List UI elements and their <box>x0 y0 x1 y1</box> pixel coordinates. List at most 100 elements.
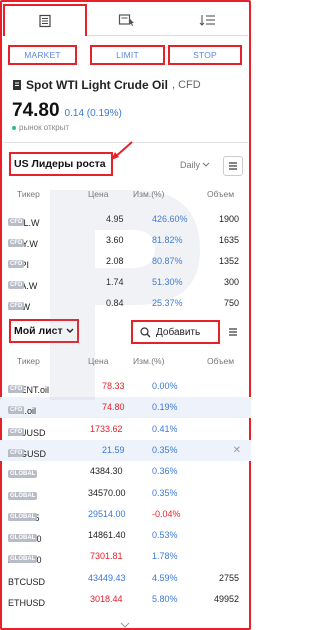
table-row[interactable]: BTCUSD 43449.43 4.59% 2755 <box>0 568 251 589</box>
price-cell: 1.74 <box>106 277 124 287</box>
instrument-name: Spot WTI Light Crude Oil <box>26 78 168 92</box>
price-cell: 4384.30 <box>90 466 123 477</box>
panel-tabs <box>3 4 248 36</box>
col-symbol[interactable]: Тикер <box>17 356 40 366</box>
price-cell: 1733.62 <box>90 423 123 434</box>
price-change: 0.14 (0.19%) <box>64 108 122 119</box>
instrument-badge: CFD <box>8 281 25 289</box>
instrument-title: Spot WTI Light Crude Oil , CFD <box>12 78 201 92</box>
price-cell: 43449.43 <box>88 572 126 583</box>
price-row: 74.80 0.14 (0.19%) <box>12 100 122 122</box>
table-row[interactable]: US500GLOBAL4384.300.36% <box>0 461 251 482</box>
chevron-down-icon <box>202 162 210 167</box>
change-cell: 0.35% <box>152 444 178 455</box>
instrument-badge: GLOBAL <box>8 470 38 479</box>
change-cell: 4.59% <box>152 572 178 583</box>
price-cell: 29514.00 <box>88 508 126 519</box>
table-row[interactable]: OPA.WCFD1.7451.30%300 <box>0 272 251 293</box>
change-cell: 0.41% <box>152 423 178 434</box>
tab-order[interactable] <box>3 4 88 36</box>
table-row[interactable]: OWL.WCFD4.95426.60%1900 <box>0 209 251 230</box>
table-row[interactable]: ETHUSD 3018.44 5.80% 49952 <box>0 589 251 610</box>
table-row[interactable]: WTI.oilCFD74.800.19% <box>0 397 251 419</box>
order-type-row: MARKET LIMIT STOP <box>8 45 244 65</box>
tab-list[interactable] <box>167 4 248 36</box>
instrument-badge: GLOBAL <box>8 512 38 521</box>
status-dot-icon <box>12 125 16 130</box>
tab-chart[interactable] <box>87 4 168 36</box>
instrument-badge: CFD <box>8 427 25 436</box>
change-cell: 0.00% <box>152 381 178 391</box>
table-row[interactable]: NAS100GLOBAL14861.400.53% <box>0 525 251 546</box>
leaders-title: US Лидеры роста <box>14 158 106 170</box>
col-volume[interactable]: Объем <box>207 189 234 199</box>
volume-cell: 2755 <box>218 572 239 583</box>
volume-cell: 49952 <box>213 594 239 604</box>
search-icon <box>140 326 151 337</box>
instrument-badge: CFD <box>8 406 25 415</box>
hamburger-icon <box>229 328 237 336</box>
change-cell: -0.04% <box>152 508 181 519</box>
scroll-down-icon[interactable] <box>120 622 130 628</box>
table-row[interactable]: XAGUSD CFD 21.59 0.35% ✕ <box>0 439 251 461</box>
change-cell: 51.30% <box>152 277 183 287</box>
col-symbol[interactable]: Тикер <box>17 189 40 199</box>
change-cell: 80.87% <box>152 256 183 266</box>
leaders-menu-button[interactable] <box>223 156 243 176</box>
table-row[interactable]: XAUUSD CFD 1733.62 0.41% <box>0 419 251 440</box>
market-status: рынок открыт <box>12 123 69 132</box>
change-cell: 0.35% <box>152 487 178 498</box>
market-status-label: рынок открыт <box>19 123 70 132</box>
instrument-badge: CFD <box>8 385 25 393</box>
price-cell: 0.84 <box>106 298 124 308</box>
instrument-badge: GLOBAL <box>8 534 38 543</box>
limit-button[interactable]: LIMIT <box>90 45 165 65</box>
watchlist-menu-button[interactable] <box>223 322 243 342</box>
table-row[interactable]: JPY225GLOBAL29514.00-0.04% <box>0 504 251 525</box>
period-label: Daily <box>180 160 201 170</box>
table-row[interactable]: AUS200GLOBAL7301.811.78% <box>0 546 251 567</box>
volume-cell: 1635 <box>218 235 239 245</box>
instrument-badge: CFD <box>8 239 25 247</box>
change-cell: 426.60% <box>152 214 188 224</box>
market-button[interactable]: MARKET <box>8 45 77 65</box>
chart-pointer-icon <box>119 13 135 26</box>
col-change[interactable]: Изм.(%) <box>133 189 164 199</box>
leaders-list-select[interactable]: US Лидеры роста <box>9 152 113 176</box>
price-cell: 2.08 <box>106 256 124 266</box>
symbol-name: BTCUSD <box>8 576 46 587</box>
watchlist-select[interactable]: Мой лист <box>9 319 79 343</box>
period-select[interactable]: Daily <box>180 160 210 170</box>
add-symbol-label: Добавить <box>156 326 201 338</box>
stop-button[interactable]: STOP <box>168 45 242 65</box>
change-cell: 25.37% <box>152 298 183 308</box>
list-sort-icon <box>199 14 215 26</box>
instrument-badge: GLOBAL <box>8 491 38 500</box>
volume-cell: 1900 <box>218 214 239 224</box>
col-change[interactable]: Изм.(%) <box>133 356 164 366</box>
table-row[interactable]: DMY.WCFD3.6081.82%1635 <box>0 230 251 251</box>
instrument-badge: CFD <box>8 302 25 310</box>
table-row[interactable]: US30GLOBAL34570.000.35% <box>0 483 251 504</box>
close-icon[interactable]: ✕ <box>233 445 241 456</box>
table-row[interactable]: SDPICFD2.0880.87%1352 <box>0 251 251 272</box>
table-row[interactable]: PV.WCFD0.8425.37%750 <box>0 293 251 314</box>
instrument-badge: CFD <box>8 448 25 457</box>
order-ticket-icon <box>39 14 51 28</box>
volume-cell: 300 <box>223 277 239 287</box>
col-price[interactable]: Цена <box>88 356 108 366</box>
symbol-name: ETHUSD <box>8 598 46 608</box>
leaders-column-header: Тикер Цена Изм.(%) Объем <box>0 186 251 202</box>
change-cell: 1.78% <box>152 551 178 562</box>
watchlist-title: Мой лист <box>14 325 63 337</box>
table-row[interactable]: BRENT.oil CFD 78.33 0.00% <box>0 376 251 397</box>
col-price[interactable]: Цена <box>88 189 108 199</box>
change-cell: 81.82% <box>152 235 183 245</box>
chevron-down-icon <box>66 328 74 333</box>
price-cell: 3018.44 <box>90 594 123 604</box>
price-cell: 74.80 <box>102 402 125 413</box>
price-cell: 7301.81 <box>90 551 123 562</box>
add-symbol-button[interactable]: Добавить <box>131 320 220 344</box>
col-volume[interactable]: Объем <box>207 356 234 366</box>
hamburger-icon <box>229 162 237 170</box>
